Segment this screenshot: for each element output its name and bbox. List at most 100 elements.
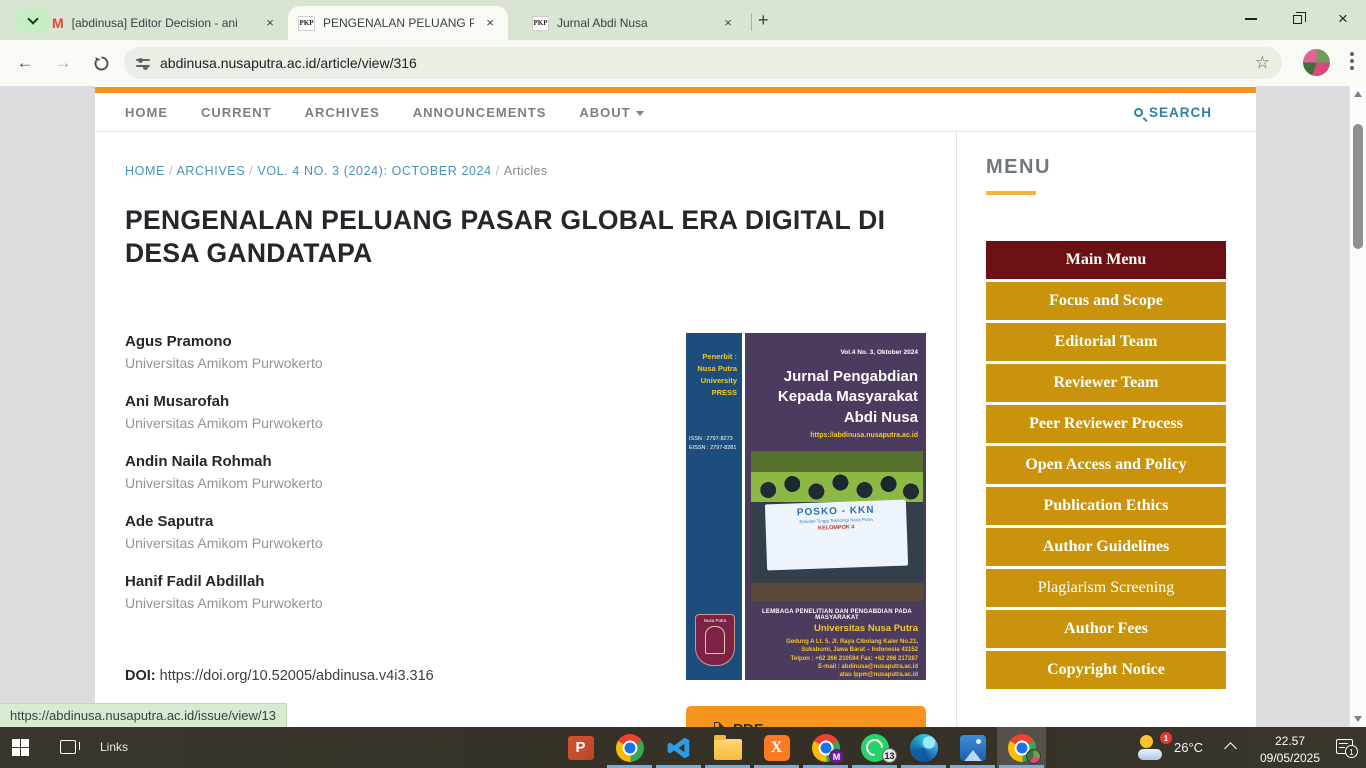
bookmark-star-icon[interactable]: ☆ bbox=[1255, 53, 1270, 73]
pdf-download-button[interactable]: PDF bbox=[686, 706, 926, 727]
close-icon: × bbox=[1338, 12, 1348, 26]
new-tab-button[interactable]: + bbox=[758, 12, 769, 28]
breadcrumb-archives[interactable]: ARCHIVES bbox=[176, 164, 245, 178]
gmail-icon: M bbox=[52, 15, 64, 31]
sidebar-item-reviewer-team[interactable]: Reviewer Team bbox=[986, 364, 1226, 402]
nav-current[interactable]: CURRENT bbox=[201, 105, 272, 120]
temperature-label[interactable]: 26°C bbox=[1174, 740, 1203, 755]
sidebar-item-publication-ethics[interactable]: Publication Ethics bbox=[986, 487, 1226, 525]
gmail-app-badge: M bbox=[829, 749, 844, 764]
cover-left-strip: Penerbit : Nusa Putra University PRESS I… bbox=[686, 333, 745, 680]
sidebar-item-peer-reviewer-process[interactable]: Peer Reviewer Process bbox=[986, 405, 1226, 443]
journal-cover-image: Penerbit : Nusa Putra University PRESS I… bbox=[686, 333, 926, 680]
doi-link[interactable]: https://doi.org/10.52005/abdinusa.v4i3.3… bbox=[160, 668, 434, 684]
author-item: Agus Pramono Universitas Amikom Purwoker… bbox=[125, 332, 555, 372]
breadcrumb-issue[interactable]: VOL. 4 NO. 3 (2024): OCTOBER 2024 bbox=[257, 164, 491, 178]
taskbar-chrome-icon[interactable] bbox=[605, 727, 654, 768]
taskbar-photos-icon[interactable] bbox=[948, 727, 997, 768]
sidebar-item-editorial-team[interactable]: Editorial Team bbox=[986, 323, 1226, 361]
sidebar-heading: MENU bbox=[986, 156, 1051, 179]
taskbar-file-explorer-icon[interactable] bbox=[703, 727, 752, 768]
scroll-down-arrow-icon[interactable] bbox=[1354, 716, 1362, 722]
author-affiliation: Universitas Amikom Purwokerto bbox=[125, 534, 555, 552]
cover-website: https://abdinusa.nusaputra.ac.id bbox=[810, 432, 918, 439]
taskbar-clock[interactable]: 22.57 09/05/2025 bbox=[1248, 733, 1332, 768]
browser-menu-icon[interactable] bbox=[1350, 52, 1354, 74]
cover-issn: ISSN : 2797-8273 EISSN : 2797-8281 bbox=[689, 435, 736, 454]
cover-organization: LEMBAGA PENELITIAN DAN PENGABDIAN PADA M… bbox=[752, 609, 922, 621]
author-list: Agus Pramono Universitas Amikom Purwoker… bbox=[125, 332, 555, 632]
author-affiliation: Universitas Amikom Purwokerto bbox=[125, 414, 555, 432]
scrollbar-thumb[interactable] bbox=[1353, 124, 1363, 249]
browser-toolbar: ← → abdinusa.nusaputra.ac.id/article/vie… bbox=[0, 40, 1366, 86]
window-minimize-button[interactable] bbox=[1228, 0, 1274, 38]
browser-tab-journal[interactable]: PKP Jurnal Abdi Nusa × bbox=[522, 6, 746, 40]
minimize-icon bbox=[1245, 18, 1257, 20]
sidebar-item-author-fees[interactable]: Author Fees bbox=[986, 610, 1226, 648]
weather-widget[interactable]: 1 bbox=[1138, 735, 1168, 760]
scroll-up-arrow-icon[interactable] bbox=[1354, 91, 1362, 97]
tab-title: Jurnal Abdi Nusa bbox=[557, 16, 712, 30]
nav-archives[interactable]: ARCHIVES bbox=[305, 105, 380, 120]
notification-center-icon[interactable]: 1 bbox=[1336, 739, 1353, 754]
address-bar[interactable]: abdinusa.nusaputra.ac.id/article/view/31… bbox=[124, 47, 1282, 79]
cover-group-photo: POSKO - KKN Sekolah Tinggi Teknologi Nus… bbox=[751, 451, 923, 601]
nav-home[interactable]: HOME bbox=[125, 105, 168, 120]
breadcrumb-home[interactable]: HOME bbox=[125, 164, 165, 178]
author-affiliation: Universitas Amikom Purwokerto bbox=[125, 594, 555, 612]
sidebar-item-copyright-notice[interactable]: Copyright Notice bbox=[986, 651, 1226, 689]
back-button[interactable]: ← bbox=[12, 50, 38, 76]
author-item: Hanif Fadil Abdillah Universitas Amikom … bbox=[125, 572, 555, 612]
author-name: Hanif Fadil Abdillah bbox=[125, 572, 555, 591]
window-close-button[interactable]: × bbox=[1320, 0, 1366, 38]
browser-tab-article[interactable]: PKP PENGENALAN PELUANG PASAR × bbox=[288, 6, 508, 40]
author-name: Ani Musarofah bbox=[125, 392, 555, 411]
site-settings-icon[interactable] bbox=[136, 57, 150, 69]
author-affiliation: Universitas Amikom Purwokerto bbox=[125, 474, 555, 492]
taskbar-chrome-gmail-icon[interactable]: M bbox=[801, 727, 850, 768]
sidebar-item-plagiarism-screening[interactable]: Plagiarism Screening bbox=[986, 569, 1226, 607]
profile-avatar[interactable] bbox=[1303, 49, 1330, 76]
cloud-icon bbox=[1138, 749, 1162, 760]
task-view-icon[interactable] bbox=[60, 740, 76, 754]
sidebar-menu: Main Menu Focus and Scope Editorial Team… bbox=[986, 241, 1226, 692]
author-item: Ade Saputra Universitas Amikom Purwokert… bbox=[125, 512, 555, 552]
link-preview-status: https://abdinusa.nusaputra.ac.id/issue/v… bbox=[0, 703, 287, 727]
start-button[interactable] bbox=[12, 739, 29, 756]
links-toolbar-label[interactable]: Links bbox=[100, 740, 128, 754]
window-restore-button[interactable] bbox=[1274, 0, 1320, 38]
taskbar-xampp-icon[interactable]: X bbox=[752, 727, 801, 768]
restore-icon bbox=[1293, 15, 1302, 24]
university-crest-logo: Nusa Putra bbox=[695, 614, 735, 666]
taskbar-whatsapp-icon[interactable]: 13 bbox=[850, 727, 899, 768]
close-icon[interactable]: × bbox=[720, 15, 736, 31]
tray-expand-icon[interactable] bbox=[1224, 742, 1237, 755]
tab-separator bbox=[751, 13, 752, 31]
taskbar-vscode-icon[interactable] bbox=[654, 727, 703, 768]
nav-search[interactable]: SEARCH bbox=[1134, 93, 1212, 132]
close-icon[interactable]: × bbox=[482, 15, 498, 31]
clock-date: 09/05/2025 bbox=[1248, 750, 1332, 767]
taskbar-chrome-active-icon[interactable] bbox=[997, 727, 1046, 768]
sidebar-item-focus-and-scope[interactable]: Focus and Scope bbox=[986, 282, 1226, 320]
content-sidebar-divider bbox=[956, 132, 957, 727]
reload-button[interactable] bbox=[88, 50, 114, 76]
cover-main: Vol.4 No. 3, Oktober 2024 Jurnal Pengabd… bbox=[748, 333, 926, 680]
forward-button[interactable]: → bbox=[50, 50, 76, 76]
sidebar-item-main-menu[interactable]: Main Menu bbox=[986, 241, 1226, 279]
taskbar-powerpoint-icon[interactable]: P bbox=[556, 727, 605, 768]
sidebar-item-open-access-and-policy[interactable]: Open Access and Policy bbox=[986, 446, 1226, 484]
nav-about[interactable]: ABOUT bbox=[579, 105, 643, 120]
browser-tab-gmail[interactable]: M [abdinusa] Editor Decision - ani × bbox=[42, 6, 288, 40]
doi-line: DOI: https://doi.org/10.52005/abdinusa.v… bbox=[125, 668, 434, 684]
sidebar-item-author-guidelines[interactable]: Author Guidelines bbox=[986, 528, 1226, 566]
sidebar-heading-underline bbox=[986, 191, 1036, 195]
close-icon[interactable]: × bbox=[262, 15, 278, 31]
page-scrollbar[interactable] bbox=[1349, 86, 1366, 727]
nav-announcements[interactable]: ANNOUNCEMENTS bbox=[413, 105, 547, 120]
taskbar-edge-icon[interactable] bbox=[899, 727, 948, 768]
site-navbar: HOME CURRENT ARCHIVES ANNOUNCEMENTS ABOU… bbox=[95, 93, 1256, 132]
chevron-down-icon bbox=[27, 13, 38, 24]
author-name: Ade Saputra bbox=[125, 512, 555, 531]
url-text[interactable]: abdinusa.nusaputra.ac.id/article/view/31… bbox=[160, 55, 1255, 71]
